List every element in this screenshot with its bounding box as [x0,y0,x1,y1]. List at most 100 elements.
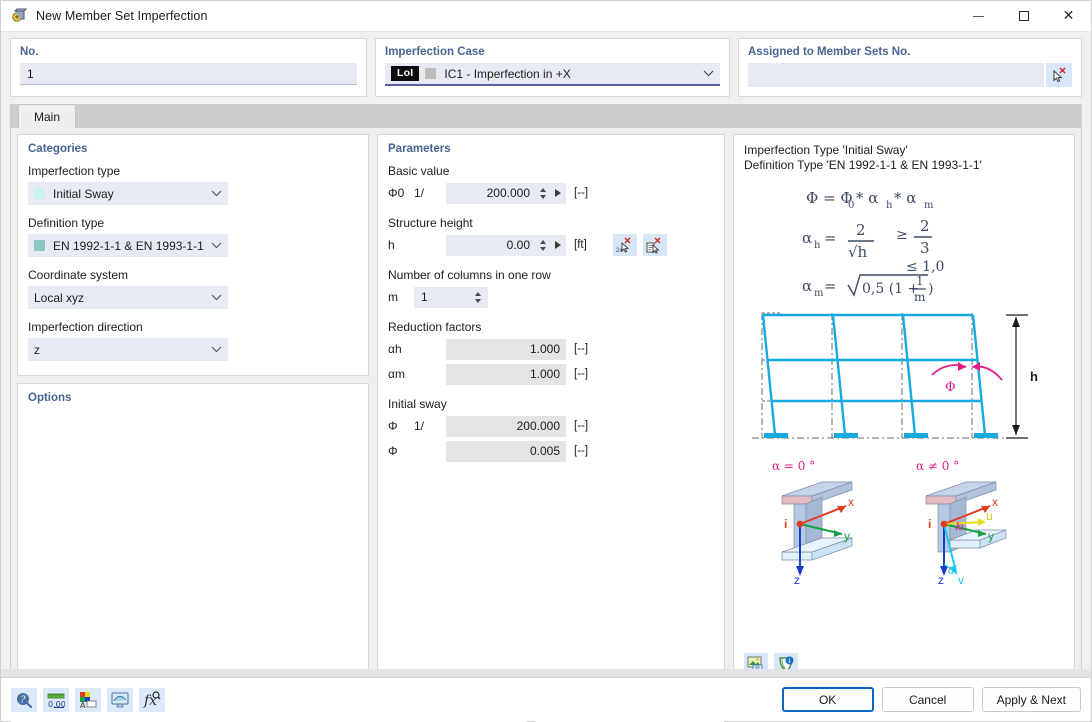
svg-text:* α: * α [856,189,878,207]
info-line-2: Definition Type 'EN 1992-1-1 & EN 1993-1… [744,158,982,172]
maximize-button[interactable] [1001,1,1046,32]
alpha-bottom-label: α [948,566,954,577]
svg-text:h: h [886,200,893,211]
info-column: Imperfection Type 'Initial Sway' Definit… [733,134,1075,686]
columns-input[interactable]: 1 [414,286,468,308]
basic-value-label: Basic value [388,164,450,178]
h-diagram-label: h [1030,369,1038,384]
svg-text:2: 2 [856,221,866,239]
svg-text:A: A [80,701,86,709]
minimize-button[interactable] [956,1,1001,32]
no-input-value: 1 [27,66,34,81]
apply-next-button-label: Apply & Next [996,692,1066,707]
chevron-down-icon [211,190,222,197]
cancel-button[interactable]: Cancel [881,687,974,712]
no-input[interactable]: 1 [20,63,357,85]
phi-inverse-symbol: Φ [388,419,398,433]
reduction-factors-label: Reduction factors [388,320,482,334]
imperfection-case-combo[interactable]: LoI IC1 - Imperfection in +X [385,63,720,86]
svg-text:0: 0 [848,200,854,211]
chevron-down-icon [211,242,222,249]
pick-from-list-icon[interactable] [642,234,667,256]
categories-title: Categories [28,143,88,155]
alpha-m-value: 1.000 [446,363,566,385]
footer-bar: ? 0,00 A ƒx OK Cancel Apply & Next [1,677,1091,721]
y-axis-label-right: y [988,529,994,543]
left-column: Categories Imperfection type Initial Swa… [17,134,369,686]
tab-main[interactable]: Main [18,104,76,128]
svg-text:√h: √h [848,243,868,261]
select-pointer-icon [1051,67,1067,83]
imperfection-type-select[interactable]: Initial Sway [28,182,228,205]
main-content: Categories Imperfection type Initial Swa… [10,128,1082,693]
formula-icon[interactable]: ƒx [139,687,165,712]
imperfection-direction-select[interactable]: z [28,338,228,361]
coordinate-system-value: Local xyz [34,290,85,305]
chevron-down-icon [703,70,714,77]
phi-unit: [--] [574,445,589,457]
origin-label-left: i [784,517,787,531]
columns-label: Number of columns in one row [388,268,551,282]
assigned-pick-button[interactable] [1046,63,1072,87]
basic-value-row: Φ0 1/ 200.000 [--] [388,182,714,204]
imperfection-case-title: Imperfection Case [385,46,485,58]
svg-text:?: ? [21,695,26,705]
help-icon[interactable]: ? [11,687,37,712]
loi-badge: LoI [391,66,420,81]
coordinate-system-select[interactable]: Local xyz [28,286,228,309]
categories-panel: Categories Imperfection type Initial Swa… [17,134,369,376]
svg-text:* α: * α [894,189,916,207]
imperfection-direction-label: Imperfection direction [28,320,143,334]
units-icon[interactable]: 0,00 [43,687,69,712]
phi-symbol: Φ [388,444,398,458]
coordinate-system-label: Coordinate system [28,268,129,282]
initial-sway-label: Initial sway [388,397,447,411]
origin-label-right: i [928,517,931,531]
assigned-input[interactable] [748,63,1044,87]
svg-text:2: 2 [920,217,930,235]
structure-height-stepper[interactable] [536,234,550,256]
basic-value-prefix: 1/ [414,186,425,200]
y-axis-label-left: y [844,529,850,543]
parameters-panel: Parameters Basic value Φ0 1/ 200.000 [--… [377,134,725,686]
info-line-1: Imperfection Type 'Initial Sway' [744,143,908,157]
footer-separator [1,669,1091,677]
structure-height-label: Structure height [388,216,473,230]
columns-symbol: m [388,290,398,304]
definition-type-field: Definition type EN 1992-1-1 & EN 1993-1-… [28,216,358,257]
reduction-alpha-h-row: αh 1.000 [--] [388,338,714,360]
imperfection-direction-value: z [34,342,40,357]
columns-stepper[interactable] [468,286,488,308]
chevron-down-icon [211,294,222,301]
close-button[interactable]: ✕ [1046,1,1091,32]
reduction-alpha-m-row: αm 1.000 [--] [388,363,714,385]
svg-text:3: 3 [920,239,930,257]
basic-value-stepper[interactable] [536,182,550,204]
svg-text:=: = [824,229,837,247]
options-panel: Options [17,383,369,686]
initial-sway-row: Φ 0.005 [--] [388,440,714,462]
apply-next-button[interactable]: Apply & Next [981,687,1081,712]
visual-icon[interactable] [107,687,133,712]
window-controls: ✕ [956,1,1091,32]
display-properties-icon[interactable]: A [75,687,101,712]
alpha-h-value: 1.000 [446,338,566,360]
pick-length-icon[interactable]: 2x [612,234,637,256]
svg-text:Φ = Φ: Φ = Φ [806,189,853,207]
basic-value-more-button[interactable] [550,182,566,204]
no-group-title: No. [20,46,39,58]
svg-text:≤ 1,0: ≤ 1,0 [906,259,944,275]
phi-value: 0.005 [446,440,566,462]
ok-button[interactable]: OK [781,687,874,712]
svg-text:≥: ≥ [896,227,908,243]
definition-type-select[interactable]: EN 1992-1-1 & EN 1993-1-1 [28,234,228,257]
basic-value-symbol: Φ0 [388,186,405,200]
structure-height-more-button[interactable] [550,234,566,256]
structure-height-input[interactable]: 0.00 [446,234,536,256]
formula-graphic: Φ = Φ 0 * α h * α m α h = 2 √h ≥ 2 3 ≤ 1… [802,189,944,301]
ok-button-label: OK [818,692,837,707]
sway-frame-diagram: Φ h [752,312,1038,439]
tab-main-label: Main [33,109,60,124]
svg-text:m: m [814,288,824,299]
basic-value-input[interactable]: 200.000 [446,182,536,204]
